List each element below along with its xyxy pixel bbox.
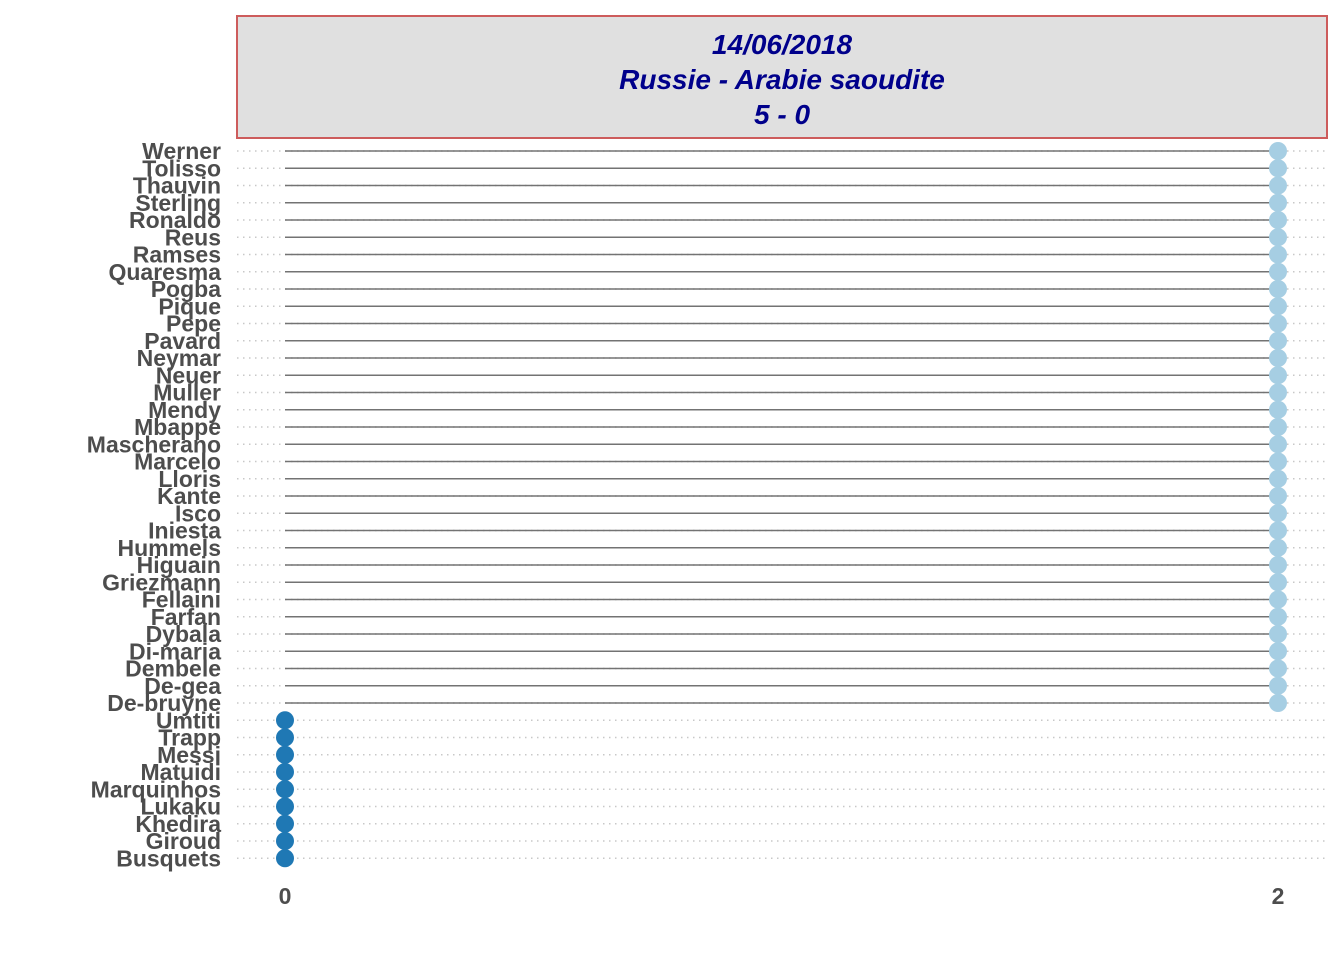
lollipop-point [1269, 297, 1287, 316]
x-tick-label: 2 [1272, 883, 1285, 909]
lollipop-point [1269, 314, 1287, 333]
lollipop-point [1269, 176, 1287, 195]
lollipop-point [276, 763, 294, 781]
points [276, 142, 1287, 868]
lollipop-point [1269, 521, 1287, 540]
lollipop-point [276, 745, 294, 764]
lollipop-point [1269, 228, 1287, 247]
chart-title-box: 14/06/2018 Russie - Arabie saoudite 5 - … [236, 15, 1328, 139]
lollipop-point [1269, 504, 1287, 523]
lollipop-point [1269, 400, 1287, 419]
lollipop-point [1269, 418, 1287, 436]
x-tick-label: 0 [279, 883, 292, 909]
lollipop-point [1269, 607, 1287, 626]
title-match: Russie - Arabie saoudite [619, 64, 945, 95]
lollipop-point [276, 832, 294, 850]
lollipop-point [1269, 193, 1287, 212]
lollipop-point [276, 797, 294, 816]
lollipop-point [276, 849, 294, 868]
y-axis-labels: WernerTolissoThauvinSterlingRonaldoReusR… [87, 138, 221, 871]
lollipop-point [1269, 676, 1287, 695]
x-axis-ticks: 02 [279, 883, 1285, 909]
lollipop-point [276, 814, 294, 833]
lollipop-point [1269, 245, 1287, 264]
lollipop-point [276, 711, 294, 730]
title-date: 14/06/2018 [712, 29, 853, 60]
lollipop-point [1269, 383, 1287, 402]
grid-lines [237, 150, 1327, 859]
lollipop-point [1269, 556, 1287, 574]
lollipop-point [1269, 211, 1287, 229]
segments [285, 150, 1278, 704]
lollipop-point [276, 780, 294, 799]
lollipop-point [1269, 625, 1287, 643]
lollipop-point [1269, 280, 1287, 298]
lollipop-point [1269, 469, 1287, 488]
lollipop-point [1269, 590, 1287, 609]
lollipop-point [1269, 642, 1287, 661]
lollipop-point [1269, 452, 1287, 471]
lollipop-point [1269, 435, 1287, 454]
lollipop-point [1269, 331, 1287, 350]
lollipop-point [1269, 659, 1287, 678]
lollipop-point [1269, 573, 1287, 592]
lollipop-point [1269, 159, 1287, 178]
lollipop-point [1269, 142, 1287, 160]
lollipop-point [1269, 262, 1287, 281]
lollipop-chart: 14/06/2018 Russie - Arabie saoudite 5 - … [87, 15, 1328, 909]
y-tick-label: Busquets [116, 845, 221, 871]
title-score: 5 - 0 [754, 99, 810, 130]
lollipop-point [1269, 366, 1287, 385]
lollipop-point [1269, 349, 1287, 367]
lollipop-point [276, 728, 294, 747]
lollipop-point [1269, 694, 1287, 712]
lollipop-point [1269, 487, 1287, 505]
lollipop-point [1269, 538, 1287, 557]
